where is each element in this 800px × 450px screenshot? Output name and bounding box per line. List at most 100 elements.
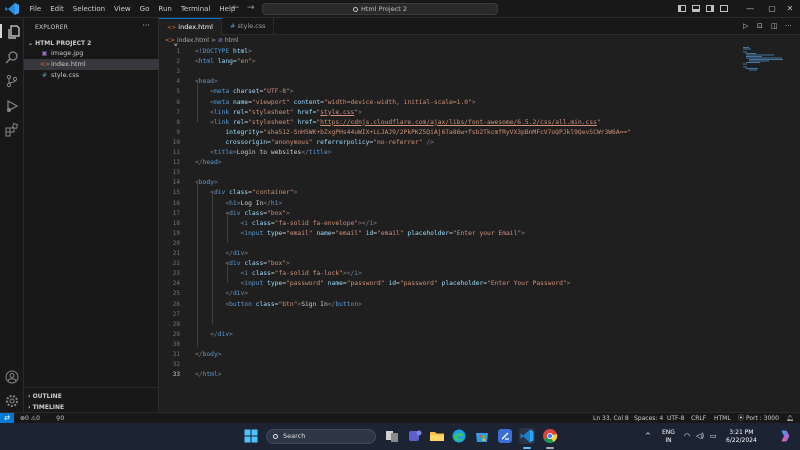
toggle-sidebar-icon[interactable]	[678, 5, 686, 12]
toggle-panel-icon[interactable]	[692, 5, 700, 12]
code-line[interactable]: <link rel="stylesheet" href="https://cdn…	[195, 119, 601, 126]
code-line[interactable]: <title>Login to websites</title>	[195, 149, 331, 156]
code-line[interactable]: <!DOCTYPE html>	[195, 48, 252, 55]
code-line[interactable]: </div>	[195, 331, 233, 338]
code-line[interactable]: </body>	[195, 351, 222, 358]
code-line[interactable]: </html>	[195, 371, 222, 378]
menu-run[interactable]: Run	[154, 0, 176, 18]
copilot-icon[interactable]	[778, 429, 792, 443]
line-number: 25	[172, 290, 180, 298]
menu-file[interactable]: File	[25, 0, 46, 18]
code-line[interactable]: </div>	[195, 250, 248, 257]
code-line[interactable]: crossorigin="anonymous" referrerpolicy="…	[195, 139, 434, 146]
code-token: !DOCTYPE	[198, 48, 230, 55]
code-token: >	[213, 179, 218, 187]
file-image-jpg[interactable]: ▣ image.jpg	[24, 48, 159, 59]
breadcrumb-node[interactable]: html	[225, 37, 239, 44]
code-token: >	[471, 98, 476, 106]
split-editor-icon[interactable]: ◫	[771, 22, 778, 30]
code-line[interactable]: <meta name="viewport" content="width=dev…	[195, 98, 476, 106]
outline-section[interactable]: › OUTLINE	[28, 393, 62, 400]
minimap[interactable]	[743, 46, 783, 86]
tab-style-css[interactable]: # style.css	[222, 18, 274, 35]
code-line[interactable]: <i class="fa-solid fa-lock"></i>	[195, 270, 362, 277]
vscode-taskbar-icon[interactable]	[519, 428, 535, 444]
code-token: div	[232, 290, 245, 298]
run-icon[interactable]: ▷	[743, 22, 748, 30]
toggle-secondary-sidebar-icon[interactable]	[706, 5, 714, 12]
explorer-icon[interactable]	[0, 24, 20, 39]
file-explorer-icon[interactable]	[429, 428, 445, 444]
editor-scrollbar[interactable]	[792, 46, 800, 412]
code-line[interactable]: <i class="fa-solid fa-envelope"></i>	[195, 220, 378, 227]
timeline-section[interactable]: › TIMELINE	[28, 404, 64, 411]
input-language[interactable]: ENG IN	[662, 429, 675, 445]
microsoft-store-icon[interactable]	[474, 428, 490, 444]
tab-index-html[interactable]: <> index.html ×	[159, 18, 222, 49]
vs-code-insiders-icon[interactable]	[497, 428, 513, 444]
breadcrumb-file[interactable]: index.html	[177, 37, 209, 44]
close-window-icon[interactable]: ✕	[776, 0, 800, 18]
source-control-icon[interactable]	[5, 73, 19, 88]
element-icon: ⊘	[217, 37, 223, 44]
code-line[interactable]: <input type="email" name="email" id="ema…	[195, 230, 525, 237]
search-view-icon[interactable]	[5, 49, 19, 64]
code-token: </	[195, 371, 203, 379]
code-line[interactable]: <h1>Log In</h1>	[195, 200, 282, 207]
code-token: "password"	[399, 280, 438, 288]
code-line[interactable]: </head>	[195, 159, 222, 166]
task-view-icon[interactable]	[384, 428, 400, 444]
code-line[interactable]: </div>	[195, 290, 248, 297]
code-line[interactable]: <head>	[195, 78, 218, 85]
menu-view[interactable]: View	[110, 0, 136, 18]
code-token: placeholder	[407, 229, 450, 237]
windows-start-icon[interactable]	[243, 428, 259, 444]
forward-arrow-icon[interactable]: →	[247, 3, 255, 13]
menu-edit[interactable]: Edit	[46, 0, 69, 18]
command-center-search[interactable]: Html Project 2	[262, 3, 498, 15]
taskbar-search[interactable]: Search	[266, 429, 376, 444]
code-token: input	[244, 229, 264, 237]
code-line[interactable]: <html lang="en">	[195, 58, 256, 65]
account-icon[interactable]	[5, 369, 19, 384]
code-line[interactable]: <link rel="stylesheet" href="style.css">	[195, 109, 362, 116]
file-style-css[interactable]: # style.css	[24, 70, 159, 81]
edge-browser-icon[interactable]	[451, 428, 467, 444]
clock[interactable]: 3:21 PM 6/22/2024	[726, 429, 757, 445]
more-editor-actions-icon[interactable]: ···	[785, 22, 792, 30]
chrome-browser-icon[interactable]	[542, 428, 558, 444]
show-hidden-icons-icon[interactable]: ^	[645, 432, 651, 440]
code-token: name	[327, 280, 343, 288]
code-line[interactable]: <div class="container">	[195, 189, 297, 196]
code-line[interactable]: <div class="box">	[195, 260, 290, 267]
code-line[interactable]: integrity="sha512-SnH5WK+bZxgPHs44uWIX+L…	[195, 129, 631, 136]
back-arrow-icon[interactable]: ←	[232, 3, 240, 13]
code-line[interactable]: <body>	[195, 179, 218, 186]
open-preview-icon[interactable]: ⊡	[757, 22, 763, 30]
settings-gear-icon[interactable]	[5, 393, 19, 407]
more-actions-icon[interactable]: ···	[142, 21, 150, 30]
code-line[interactable]: <button class="btn">Sign In</button>	[195, 301, 362, 308]
battery-icon[interactable]: ▭	[710, 432, 717, 440]
project-folder[interactable]: ⌄ HTML PROJECT 2	[28, 40, 91, 47]
code-editor[interactable]: 1 <!DOCTYPE html> 2 <html lang="en"> 3 4 <head…	[159, 46, 800, 412]
volume-icon[interactable]: ◁)	[696, 432, 704, 440]
extensions-icon[interactable]	[5, 122, 19, 137]
customize-layout-icon[interactable]	[720, 5, 728, 12]
teams-icon[interactable]	[407, 428, 423, 444]
file-index-html[interactable]: <>index.html	[24, 59, 159, 70]
code-line[interactable]: <div class="box">	[195, 210, 290, 217]
code-line[interactable]: <meta charset="UTF-8">	[195, 88, 293, 95]
menu-selection[interactable]: Selection	[68, 0, 109, 18]
tab-label: style.css	[237, 22, 266, 30]
menu-terminal[interactable]: Terminal	[176, 0, 215, 18]
run-debug-icon[interactable]	[5, 98, 19, 113]
code-line[interactable]: <input type="password" name="password" i…	[195, 280, 571, 288]
menu-go[interactable]: Go	[135, 0, 154, 18]
wifi-icon[interactable]: ◠	[684, 432, 690, 440]
code-token: link	[213, 108, 230, 116]
